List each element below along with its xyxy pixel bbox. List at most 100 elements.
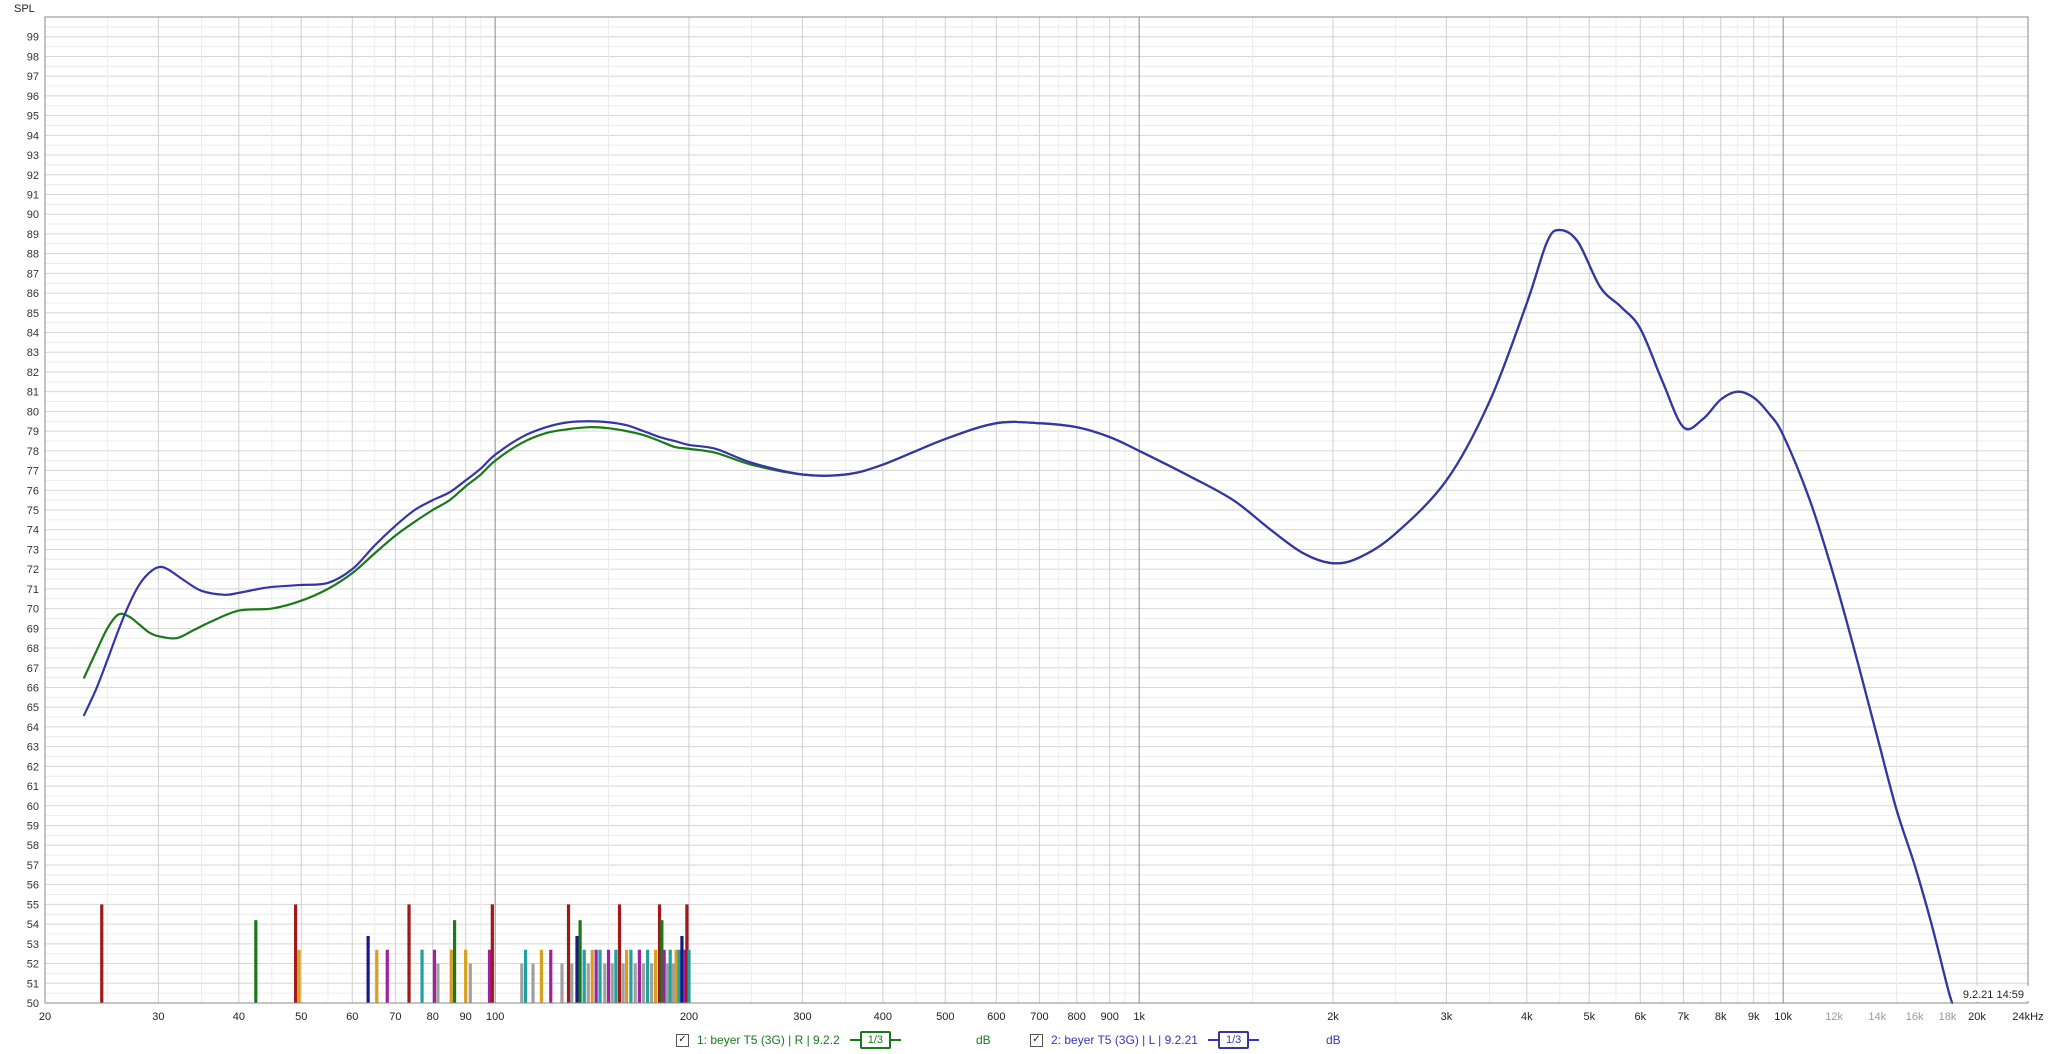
- y-axis-ticks: 50 51 52 53 54 55 56 57 58 59 60 61 62 63 64 65 66 67 68 69…: [27, 32, 39, 1010]
- smoothing-line-left-2: [1207, 1039, 1218, 1041]
- x-tick-label: 24kHz: [2012, 1011, 2043, 1023]
- peak-marker: [452, 920, 457, 1003]
- x-tick-label: 5k: [1583, 1011, 1595, 1023]
- y-tick-label: 77: [27, 466, 39, 478]
- y-tick-label: 73: [27, 544, 39, 556]
- y-tick-label: 58: [27, 840, 39, 852]
- smoothing-control-2[interactable]: 1/3: [1207, 1031, 1260, 1049]
- y-tick-label: 52: [27, 959, 39, 971]
- x-tick-label: 6k: [1634, 1011, 1646, 1023]
- peak-marker: [490, 904, 494, 1003]
- y-tick-label: 54: [27, 919, 39, 931]
- peak-marker: [407, 904, 411, 1003]
- peak-marker: [297, 949, 301, 1003]
- peak-marker: [100, 904, 104, 1003]
- smoothing-line-right-1: [891, 1039, 902, 1041]
- peak-marker: [449, 949, 453, 1003]
- y-tick-label: 68: [27, 643, 39, 655]
- x-tick-label: 20: [39, 1011, 51, 1023]
- x-tick-label: 700: [1030, 1011, 1048, 1023]
- y-tick-label: 80: [27, 406, 39, 418]
- peak-marker: [590, 949, 594, 1003]
- x-tick-label: 900: [1100, 1011, 1118, 1023]
- x-tick-label: 40: [233, 1011, 245, 1023]
- peak-marker: [594, 949, 598, 1003]
- x-tick-label: 14k: [1868, 1011, 1886, 1023]
- y-tick-label: 96: [27, 91, 39, 103]
- y-tick-label: 83: [27, 347, 39, 359]
- x-tick-label: 10k: [1774, 1011, 1792, 1023]
- peak-marker: [677, 949, 681, 1003]
- y-tick-label: 53: [27, 939, 39, 951]
- peak-marker: [366, 935, 370, 1003]
- peak-marker: [680, 935, 684, 1003]
- y-tick-label: 70: [27, 604, 39, 616]
- x-tick-label: 2k: [1327, 1011, 1339, 1023]
- smoothing-badge-1[interactable]: 1/3: [859, 1031, 892, 1049]
- y-axis-title: SPL: [14, 3, 35, 15]
- peak-marker: [633, 963, 637, 1003]
- x-tick-label: 18k: [1939, 1011, 1957, 1023]
- series-line-2: [82, 228, 1954, 1005]
- x-tick-label: 100: [486, 1011, 504, 1023]
- y-tick-label: 89: [27, 229, 39, 241]
- peak-marker: [578, 920, 582, 1003]
- peak-marker: [674, 949, 678, 1003]
- y-tick-label: 64: [27, 722, 39, 734]
- peak-marker: [650, 963, 654, 1003]
- peak-marker: [603, 963, 607, 1003]
- x-tick-label: 3k: [1441, 1011, 1453, 1023]
- y-tick-label: 90: [27, 209, 39, 221]
- peak-marker: [624, 949, 629, 1003]
- y-tick-label: 62: [27, 761, 39, 773]
- legend-label-2: 2: beyer T5 (3G) | L | 9.2.21: [1051, 1033, 1198, 1047]
- y-tick-label: 81: [27, 387, 39, 399]
- series-lines: [82, 228, 1954, 1005]
- legend-checkbox-2[interactable]: ✓: [1030, 1033, 1043, 1047]
- y-tick-label: 97: [27, 71, 39, 83]
- peak-marker: [687, 949, 691, 1003]
- x-tick-label: 400: [874, 1011, 892, 1023]
- y-tick-label: 98: [27, 51, 39, 63]
- peak-marker: [420, 949, 424, 1003]
- y-tick-label: 50: [27, 998, 39, 1010]
- peak-marker: [582, 949, 586, 1003]
- legend-item-1[interactable]: ✓ 1: beyer T5 (3G) | R | 9.2.2 1/3: [676, 1028, 902, 1052]
- peak-marker: [531, 963, 535, 1003]
- y-tick-label: 61: [27, 781, 39, 793]
- peak-marker: [566, 904, 571, 1003]
- y-tick-label: 93: [27, 150, 39, 162]
- y-tick-label: 69: [27, 623, 39, 635]
- legend-unit-1: dB: [976, 1033, 991, 1047]
- peak-marker: [662, 949, 666, 1003]
- y-tick-label: 66: [27, 682, 39, 694]
- legend-checkbox-1[interactable]: ✓: [676, 1033, 689, 1047]
- x-tick-label: 4k: [1521, 1011, 1533, 1023]
- peak-marker: [539, 949, 544, 1003]
- smoothing-badge-2[interactable]: 1/3: [1217, 1031, 1250, 1049]
- y-tick-label: 94: [27, 130, 39, 142]
- y-tick-label: 57: [27, 860, 39, 872]
- peak-marker: [617, 904, 622, 1003]
- peak-marker: [385, 949, 389, 1003]
- peak-marker: [614, 949, 618, 1003]
- peak-marker: [654, 949, 658, 1003]
- smoothing-line-right-2: [1249, 1039, 1260, 1041]
- timestamp: 9.2.21 14:59: [1963, 989, 2024, 1001]
- y-tick-label: 91: [27, 189, 39, 201]
- peak-marker: [668, 949, 672, 1003]
- smoothing-control-1[interactable]: 1/3: [849, 1031, 902, 1049]
- smoothing-line-left-1: [849, 1039, 860, 1041]
- frequency-response-chart[interactable]: 50 51 52 53 54 55 56 57 58 59 60 61 62 63 64 65 66 67 68 69…: [0, 0, 2048, 1028]
- x-tick-label: 600: [987, 1011, 1005, 1023]
- y-tick-label: 71: [27, 584, 39, 596]
- y-tick-label: 74: [27, 525, 39, 537]
- y-tick-label: 75: [27, 505, 39, 517]
- y-tick-label: 92: [27, 170, 39, 182]
- peak-marker: [468, 963, 472, 1003]
- legend-item-2[interactable]: ✓ 2: beyer T5 (3G) | L | 9.2.21 1/3: [1030, 1028, 1260, 1052]
- x-tick-label: 70: [389, 1011, 401, 1023]
- legend-label-1: 1: beyer T5 (3G) | R | 9.2.2: [697, 1033, 840, 1047]
- x-axis-ticks: 20 30 40 50 60 70 80 90 100 200 300 400 500 600 700 800…: [39, 1011, 2044, 1023]
- x-tick-label: 60: [346, 1011, 358, 1023]
